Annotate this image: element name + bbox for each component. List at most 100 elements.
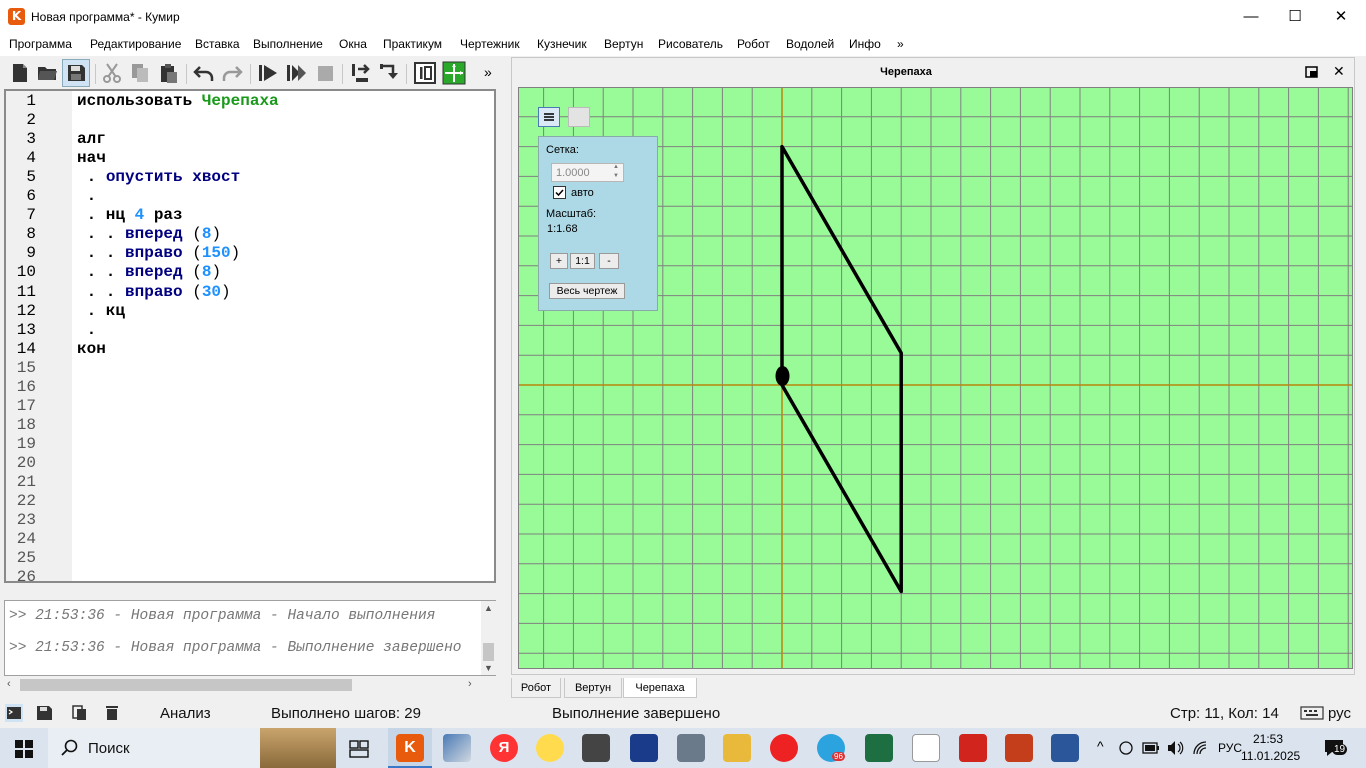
turtle-grid-icon[interactable] [442, 61, 466, 85]
code-line[interactable]: . [77, 321, 97, 339]
shield-taskbar-icon[interactable] [582, 734, 610, 762]
onedrive-icon[interactable] [1118, 740, 1134, 756]
code-line[interactable]: . кц [77, 302, 125, 320]
console-toggle-icon[interactable] [5, 704, 23, 722]
minimize-button[interactable]: — [1228, 0, 1274, 34]
zoom-reset-button[interactable]: 1:1 [570, 253, 595, 269]
panel-close-icon[interactable]: ✕ [1333, 63, 1345, 80]
yandex-browser-taskbar-icon[interactable] [536, 734, 564, 762]
menu-info[interactable]: Инфо [849, 37, 881, 51]
close-button[interactable]: ✕ [1318, 0, 1364, 34]
code-line[interactable]: использовать Черепаха [77, 92, 279, 110]
menu-vodoley[interactable]: Водолей [786, 37, 834, 51]
new-file-icon[interactable] [8, 61, 32, 85]
code-line[interactable]: . . вправо (30) [77, 283, 231, 301]
maximize-button[interactable]: ☐ [1272, 0, 1318, 34]
calculator-taskbar-icon[interactable] [677, 734, 705, 762]
opera-taskbar-icon[interactable] [770, 734, 798, 762]
word-taskbar-icon[interactable] [1051, 734, 1079, 762]
paste-icon[interactable] [156, 61, 180, 85]
menu-practicum[interactable]: Практикум [383, 37, 442, 51]
run-icon[interactable] [256, 61, 280, 85]
code-line[interactable]: нач [77, 149, 106, 167]
volume-icon[interactable] [1166, 740, 1184, 756]
menu-edit[interactable]: Редактирование [90, 37, 181, 51]
menu-program[interactable]: Программа [9, 37, 72, 51]
tab-turtle[interactable]: Черепаха [623, 678, 697, 698]
folder-taskbar-icon[interactable] [723, 734, 751, 762]
kumir-taskbar-icon[interactable]: K [396, 734, 424, 762]
step-over-icon[interactable] [348, 61, 372, 85]
spin-up-icon[interactable]: ▲ [613, 164, 619, 170]
undock-icon[interactable] [1305, 66, 1318, 78]
battery-icon[interactable] [1142, 741, 1160, 755]
tab-vertun[interactable]: Вертун [564, 678, 622, 698]
console-hscroll-thumb[interactable] [20, 679, 352, 691]
tray-chevron-icon[interactable]: ^ [1097, 738, 1104, 754]
pdf-taskbar-icon[interactable] [959, 734, 987, 762]
open-folder-icon[interactable] [35, 61, 59, 85]
code-editor[interactable]: 1 2 3 4 5 6 7 8 9 10 11 12 13 14 15 16 17 18 19 20 21 22 23 24 2… [4, 89, 496, 586]
save-output-icon[interactable] [36, 705, 54, 721]
abc-taskbar-icon[interactable] [912, 734, 940, 762]
tray-date[interactable]: 11.01.2025 [1241, 749, 1300, 763]
clear-output-icon[interactable] [105, 705, 119, 721]
code-line[interactable]: кон [77, 340, 106, 358]
menu-robot[interactable]: Робот [737, 37, 770, 51]
taskbar-search-box[interactable]: Поиск [48, 728, 336, 768]
scroll-down-icon[interactable]: ▼ [484, 663, 493, 673]
telegram-badge: 96 [832, 752, 845, 761]
scroll-left-icon[interactable]: ‹ [7, 678, 11, 690]
zoom-out-button[interactable]: - [599, 253, 619, 269]
cut-icon[interactable] [100, 61, 124, 85]
wifi-icon[interactable] [1192, 740, 1208, 756]
tab-robot[interactable]: Робот [511, 678, 561, 698]
copy-output-icon[interactable] [72, 705, 92, 721]
tray-time[interactable]: 21:53 [1253, 732, 1283, 746]
spin-down-icon[interactable]: ▼ [613, 173, 619, 179]
undo-icon[interactable] [192, 61, 216, 85]
menu-more[interactable]: » [897, 37, 904, 51]
menu-grasshopper[interactable]: Кузнечик [537, 37, 587, 51]
code-line[interactable]: . . вперед (8) [77, 263, 221, 281]
secondary-toggle-button[interactable] [568, 107, 590, 127]
menu-windows[interactable]: Окна [339, 37, 367, 51]
save-icon[interactable] [64, 61, 88, 85]
code-line[interactable]: . . вправо (150) [77, 244, 241, 262]
powerpoint-taskbar-icon[interactable] [1005, 734, 1033, 762]
code-line[interactable]: . . вперед (8) [77, 225, 221, 243]
code-line[interactable]: алг [77, 130, 106, 148]
task-view-icon[interactable] [349, 740, 369, 758]
crest-taskbar-icon[interactable] [630, 734, 658, 762]
redo-icon[interactable] [220, 61, 244, 85]
console-vscroll-thumb[interactable] [483, 643, 494, 661]
menu-vertun[interactable]: Вертун [604, 37, 643, 51]
menu-insert[interactable]: Вставка [195, 37, 240, 51]
value-display-icon[interactable] [413, 61, 437, 85]
menu-toggle-button[interactable] [538, 107, 560, 127]
toolbar-more[interactable]: » [484, 64, 492, 80]
menu-painter[interactable]: Рисователь [658, 37, 723, 51]
scroll-up-icon[interactable]: ▲ [484, 603, 493, 613]
scroll-right-icon[interactable]: › [468, 678, 472, 690]
menu-drawer[interactable]: Чертежник [460, 37, 520, 51]
code-line[interactable]: . [77, 187, 97, 205]
scanner-taskbar-icon[interactable] [443, 734, 471, 762]
tray-language[interactable]: РУС [1218, 741, 1242, 755]
grid-spinbox[interactable]: 1.0000 ▲ ▼ [551, 163, 624, 182]
yandex-taskbar-icon[interactable]: Я [490, 734, 518, 762]
auto-checkbox[interactable] [553, 186, 566, 199]
excel-taskbar-icon[interactable] [865, 734, 893, 762]
menu-run[interactable]: Выполнение [253, 37, 323, 51]
step-run-icon[interactable] [284, 61, 308, 85]
fit-all-button[interactable]: Весь чертеж [549, 283, 625, 299]
zoom-in-button[interactable]: + [550, 253, 568, 269]
console-vertical-scrollbar[interactable]: ▲ ▼ [481, 601, 496, 675]
copy-icon[interactable] [128, 61, 152, 85]
windows-start-icon[interactable] [15, 740, 33, 758]
step-into-icon[interactable] [376, 61, 400, 85]
code-line[interactable]: . опустить хвост [77, 168, 241, 186]
stop-icon[interactable] [313, 61, 337, 85]
console-horizontal-scrollbar[interactable]: ‹ › [4, 677, 480, 693]
code-line[interactable]: . нц 4 раз [77, 206, 183, 224]
